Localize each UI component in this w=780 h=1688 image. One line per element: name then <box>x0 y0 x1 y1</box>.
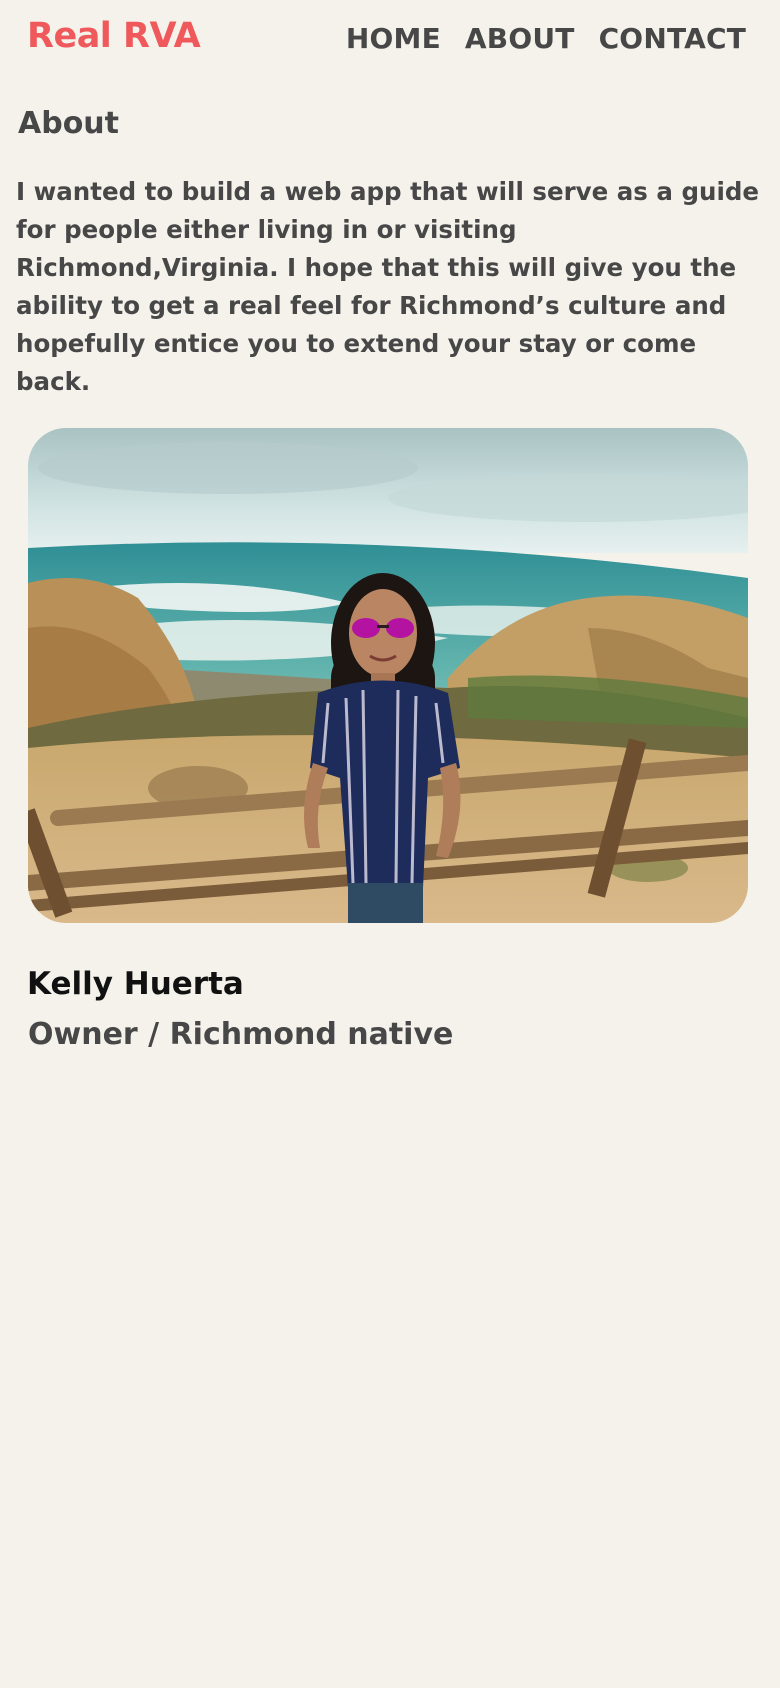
owner-name: Kelly Huerta <box>27 966 244 1002</box>
nav-link-about[interactable]: ABOUT <box>465 22 575 55</box>
nav-links: HOME ABOUT CONTACT <box>346 22 746 55</box>
owner-role: Owner / Richmond native <box>28 1017 454 1052</box>
owner-photo <box>28 428 748 923</box>
about-description: I wanted to build a web app that will se… <box>16 177 760 396</box>
brand-logo-link[interactable]: Real RVA <box>27 16 201 56</box>
nav-link-contact[interactable]: CONTACT <box>599 22 746 55</box>
owner-photo-illustration <box>28 428 748 923</box>
nav-link-home[interactable]: HOME <box>346 22 441 55</box>
about-heading: About <box>18 106 120 141</box>
navbar: Real RVA HOME ABOUT CONTACT <box>0 0 780 80</box>
